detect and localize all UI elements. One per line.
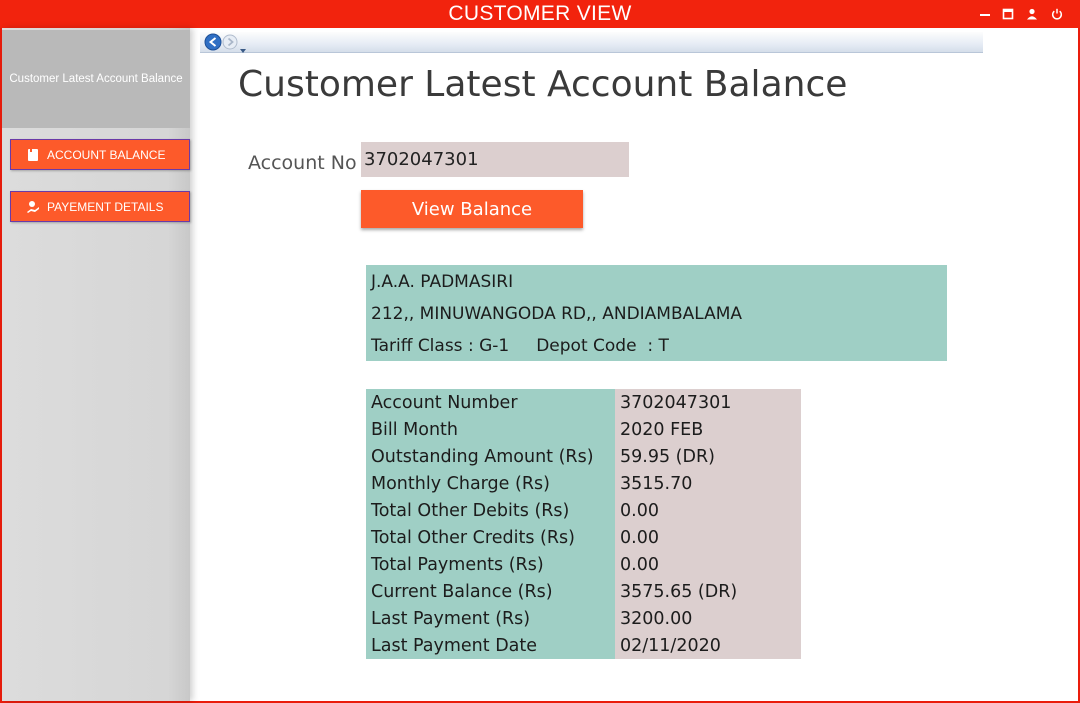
row-label: Monthly Charge (Rs) bbox=[366, 470, 615, 497]
table-row: Current Balance (Rs) 3575.65 (DR) bbox=[366, 578, 801, 605]
row-value: 59.95 (DR) bbox=[615, 443, 801, 470]
payment-details-label: PAYEMENT DETAILS bbox=[47, 199, 164, 214]
table-row: Monthly Charge (Rs) 3515.70 bbox=[366, 470, 801, 497]
forward-icon[interactable] bbox=[222, 34, 238, 54]
row-label: Total Other Credits (Rs) bbox=[366, 524, 615, 551]
account-no-label: Account No bbox=[248, 152, 357, 174]
back-icon[interactable] bbox=[204, 33, 222, 55]
account-balance-label: ACCOUNT BALANCE bbox=[47, 147, 166, 162]
page-title: Customer Latest Account Balance bbox=[238, 64, 848, 105]
minimize-icon[interactable] bbox=[974, 0, 996, 28]
row-value: 3200.00 bbox=[615, 605, 801, 632]
row-value: 2020 FEB bbox=[615, 416, 801, 443]
row-value: 3702047301 bbox=[615, 389, 801, 416]
table-row: Last Payment Date 02/11/2020 bbox=[366, 632, 801, 659]
tariff-depot-line: Tariff Class : G-1 Depot Code : T bbox=[371, 336, 669, 356]
sidebar: Customer Latest Account Balance ACCOUNT … bbox=[2, 28, 190, 701]
table-row: Outstanding Amount (Rs) 59.95 (DR) bbox=[366, 443, 801, 470]
view-balance-button[interactable]: View Balance bbox=[361, 190, 583, 228]
account-balance-button[interactable]: ACCOUNT BALANCE bbox=[10, 139, 190, 170]
row-label: Total Payments (Rs) bbox=[366, 551, 615, 578]
browser-nav-bar bbox=[200, 32, 983, 53]
row-label: Bill Month bbox=[366, 416, 615, 443]
sidebar-header: Customer Latest Account Balance bbox=[2, 30, 190, 128]
customer-name: J.A.A. PADMASIRI bbox=[371, 272, 514, 292]
row-label: Total Other Debits (Rs) bbox=[366, 497, 615, 524]
row-value: 02/11/2020 bbox=[615, 632, 801, 659]
payment-details-button[interactable]: PAYEMENT DETAILS bbox=[10, 191, 190, 222]
window-title: CUSTOMER VIEW bbox=[448, 2, 632, 25]
row-label: Outstanding Amount (Rs) bbox=[366, 443, 615, 470]
row-label: Last Payment Date bbox=[366, 632, 615, 659]
row-value: 0.00 bbox=[615, 497, 801, 524]
customer-info-box: J.A.A. PADMASIRI 212,, MINUWANGODA RD,, … bbox=[366, 265, 947, 361]
power-icon[interactable] bbox=[1046, 0, 1068, 28]
row-value: 0.00 bbox=[615, 551, 801, 578]
row-value: 3515.70 bbox=[615, 470, 801, 497]
history-dropdown-icon[interactable] bbox=[240, 39, 246, 58]
row-value: 0.00 bbox=[615, 524, 801, 551]
table-row: Last Payment (Rs) 3200.00 bbox=[366, 605, 801, 632]
row-label: Current Balance (Rs) bbox=[366, 578, 615, 605]
user-icon[interactable] bbox=[1021, 0, 1043, 28]
row-label: Last Payment (Rs) bbox=[366, 605, 615, 632]
customer-address: 212,, MINUWANGODA RD,, ANDIAMBALAMA bbox=[371, 304, 743, 324]
maximize-icon[interactable] bbox=[997, 0, 1019, 28]
table-row: Total Other Credits (Rs) 0.00 bbox=[366, 524, 801, 551]
receipt-icon bbox=[25, 147, 41, 163]
table-row: Bill Month 2020 FEB bbox=[366, 416, 801, 443]
title-bar: CUSTOMER VIEW bbox=[0, 0, 1080, 28]
row-label: Account Number bbox=[366, 389, 615, 416]
balance-table: Account Number 3702047301 Bill Month 202… bbox=[366, 389, 801, 659]
payment-icon bbox=[25, 199, 41, 215]
table-row: Total Other Debits (Rs) 0.00 bbox=[366, 497, 801, 524]
table-row: Total Payments (Rs) 0.00 bbox=[366, 551, 801, 578]
table-row: Account Number 3702047301 bbox=[366, 389, 801, 416]
row-value: 3575.65 (DR) bbox=[615, 578, 801, 605]
account-no-input[interactable] bbox=[361, 142, 629, 177]
